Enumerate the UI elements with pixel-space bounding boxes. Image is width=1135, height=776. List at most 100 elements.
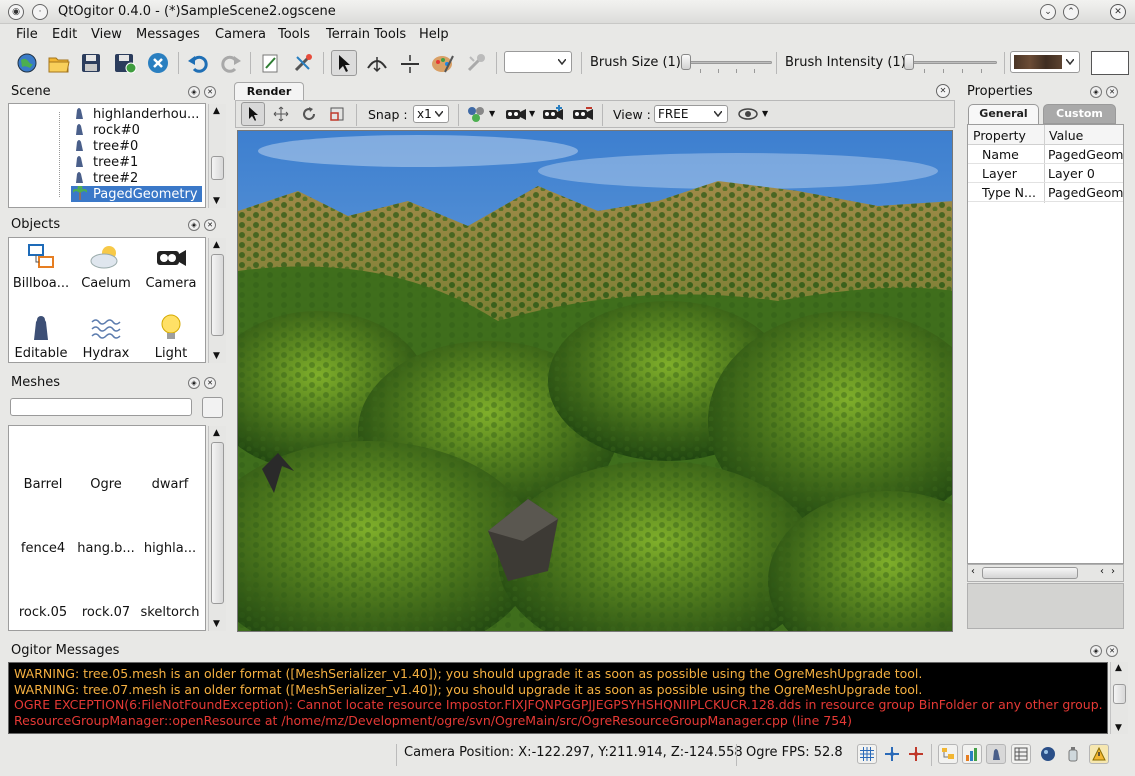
tree-item-rock0[interactable]: rock#0 xyxy=(73,122,140,138)
objects-scroll-thumb[interactable] xyxy=(211,254,224,336)
close-dock-icon[interactable]: ✕ xyxy=(204,377,216,389)
float-icon[interactable]: ◈ xyxy=(188,219,200,231)
minimize-icon[interactable]: ⌄ xyxy=(1040,4,1056,20)
close-dock-icon[interactable]: ✕ xyxy=(204,86,216,98)
mesh-item[interactable]: Ogre xyxy=(74,477,138,492)
menu-messages[interactable]: Messages xyxy=(136,27,200,42)
brush-type-dropdown[interactable] xyxy=(504,51,572,73)
texture-dropdown[interactable] xyxy=(1010,51,1080,73)
scene-scroll-thumb[interactable] xyxy=(211,156,224,180)
select-arrow-icon[interactable] xyxy=(331,50,357,76)
properties-hscrollbar[interactable]: ‹ ‹ › xyxy=(967,564,1124,582)
sticky-icon[interactable]: · xyxy=(32,4,48,20)
chevron-down-icon[interactable]: ▼ xyxy=(529,109,535,118)
scale-icon[interactable] xyxy=(325,102,349,126)
menu-file[interactable]: File xyxy=(16,27,38,42)
menu-terrain-tools[interactable]: Terrain Tools xyxy=(326,27,406,42)
snap-dropdown[interactable]: x1 xyxy=(413,105,449,123)
brush-size-slider[interactable] xyxy=(682,61,772,64)
meshes-scrollbar[interactable]: ▲ ▼ xyxy=(208,426,226,631)
mesh-item[interactable]: rock.07 xyxy=(74,605,138,620)
close-tab-icon[interactable]: ✕ xyxy=(936,84,950,98)
table-view-icon[interactable] xyxy=(1011,744,1031,764)
tab-general[interactable]: General xyxy=(968,104,1039,124)
column-header-property[interactable]: Property xyxy=(973,128,1026,143)
color-swatch[interactable] xyxy=(1091,51,1129,75)
object-camera[interactable]: Camera xyxy=(139,242,203,291)
scroll-left-icon[interactable]: ‹ xyxy=(1100,566,1104,577)
scroll-up-icon[interactable]: ▲ xyxy=(213,106,220,116)
edit-icon[interactable] xyxy=(257,50,283,76)
tab-render[interactable]: Render xyxy=(234,82,304,100)
scroll-up-icon[interactable]: ▲ xyxy=(213,240,220,250)
table-row[interactable]: Layer Layer 0 xyxy=(968,164,1123,183)
close-window-icon[interactable]: ✕ xyxy=(1110,4,1126,20)
save-icon[interactable] xyxy=(78,50,104,76)
mesh-item[interactable]: rock.05 xyxy=(11,605,75,620)
objects-scrollbar[interactable]: ▲ ▼ xyxy=(208,238,226,363)
brush-intensity-handle[interactable] xyxy=(904,54,914,70)
scroll-right-icon[interactable]: › xyxy=(1111,566,1115,577)
app-menu-icon[interactable]: ◉ xyxy=(8,4,24,20)
chevron-down-icon[interactable]: ▼ xyxy=(762,109,768,118)
chevron-down-icon[interactable]: ▼ xyxy=(489,109,495,118)
brush-intensity-slider[interactable] xyxy=(905,61,997,64)
tree-item-highlander[interactable]: highlanderhou... xyxy=(73,106,199,122)
select-mode-icon[interactable] xyxy=(241,102,265,126)
undo-icon[interactable] xyxy=(185,50,211,76)
mesh-item[interactable]: dwarf xyxy=(138,477,202,492)
object-editable[interactable]: Editable xyxy=(9,312,73,361)
close-dock-icon[interactable]: ✕ xyxy=(204,219,216,231)
mesh-item[interactable]: fence4 xyxy=(11,541,75,556)
mesh-search-input[interactable] xyxy=(10,398,192,416)
object-hydrax[interactable]: Hydrax xyxy=(74,312,138,361)
tree-item-tree2[interactable]: tree#2 xyxy=(73,170,138,186)
camera-settings-icon[interactable] xyxy=(504,102,528,126)
scroll-left-icon[interactable]: ‹ xyxy=(971,566,975,577)
scene-scrollbar[interactable]: ▲ ▼ xyxy=(208,104,226,208)
eye-icon[interactable] xyxy=(736,102,760,126)
globe-icon[interactable] xyxy=(14,50,40,76)
warning-icon[interactable] xyxy=(1089,744,1109,764)
messages-scroll-thumb[interactable] xyxy=(1113,684,1126,704)
axis-move-icon[interactable] xyxy=(882,744,902,764)
bottle-icon[interactable] xyxy=(1063,744,1083,764)
messages-scrollbar[interactable]: ▲ ▼ xyxy=(1110,662,1128,734)
menu-tools[interactable]: Tools xyxy=(278,27,310,42)
open-folder-icon[interactable] xyxy=(46,50,72,76)
object-caelum[interactable]: Caelum xyxy=(74,242,138,291)
menu-view[interactable]: View xyxy=(91,27,122,42)
smooth-icon[interactable] xyxy=(397,50,423,76)
close-dock-icon[interactable]: ✕ xyxy=(1106,645,1118,657)
table-row[interactable]: Type N... PagedGeom xyxy=(968,183,1123,202)
add-camera-icon[interactable] xyxy=(541,102,565,126)
tree-item-pagedgeometry[interactable]: PagedGeometry xyxy=(71,185,202,202)
mesh-item[interactable]: highla... xyxy=(138,541,202,556)
grid-icon[interactable] xyxy=(857,744,877,764)
deform-icon[interactable] xyxy=(364,50,390,76)
object-billboard[interactable]: Billboa... xyxy=(9,242,73,291)
tools-icon[interactable] xyxy=(290,50,316,76)
close-icon[interactable] xyxy=(145,50,171,76)
column-header-value[interactable]: Value xyxy=(1049,128,1083,143)
move-icon[interactable] xyxy=(269,102,293,126)
globe-icon[interactable] xyxy=(1038,744,1058,764)
brush-size-handle[interactable] xyxy=(681,54,691,70)
paint-icon[interactable] xyxy=(430,50,456,76)
float-icon[interactable]: ◈ xyxy=(1090,86,1102,98)
save-all-icon[interactable] xyxy=(112,50,138,76)
scroll-down-icon[interactable]: ▼ xyxy=(1115,723,1122,733)
menu-edit[interactable]: Edit xyxy=(52,27,77,42)
scroll-down-icon[interactable]: ▼ xyxy=(213,196,220,206)
maximize-icon[interactable]: ⌃ xyxy=(1063,4,1079,20)
folder-tree-icon[interactable] xyxy=(938,744,958,764)
object-light[interactable]: Light xyxy=(139,312,203,361)
scroll-up-icon[interactable]: ▲ xyxy=(213,428,220,438)
float-icon[interactable]: ◈ xyxy=(188,377,200,389)
chart-icon[interactable] xyxy=(962,744,982,764)
mesh-item[interactable]: Barrel xyxy=(11,477,75,492)
float-icon[interactable]: ◈ xyxy=(188,86,200,98)
clear-search-button[interactable] xyxy=(202,397,223,418)
scroll-down-icon[interactable]: ▼ xyxy=(213,351,220,361)
tree-item-tree1[interactable]: tree#1 xyxy=(73,154,138,170)
